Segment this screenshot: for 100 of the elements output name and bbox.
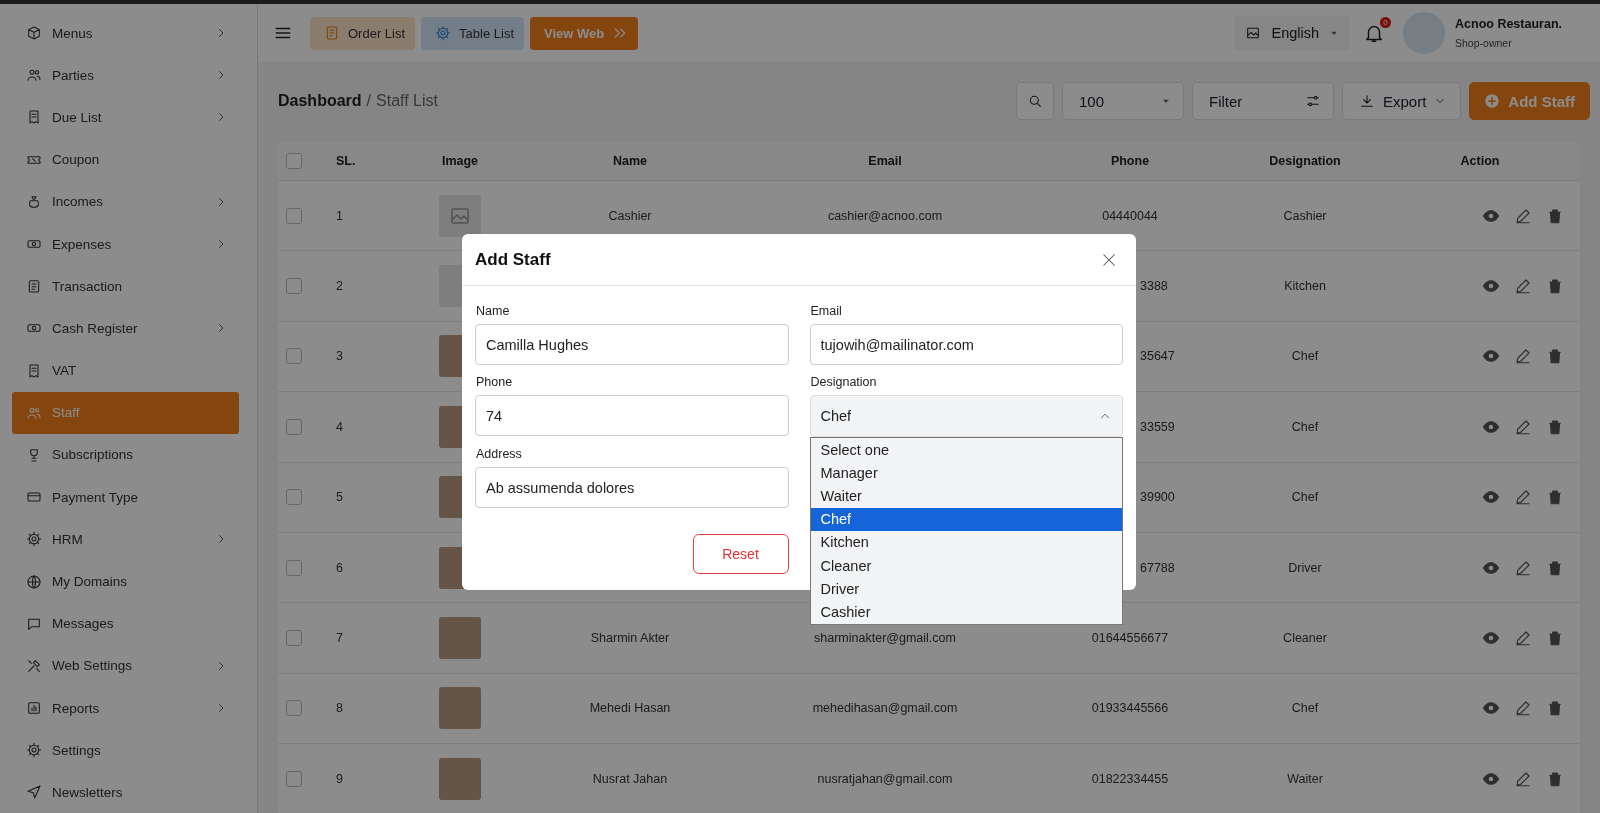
dropdown-option[interactable]: Manager	[810, 461, 1122, 485]
dropdown-option[interactable]: Cleaner	[810, 553, 1122, 578]
row-checkbox[interactable]	[286, 559, 302, 576]
table-list-button[interactable]: Table List	[421, 16, 524, 50]
table-cell-text: Chef	[1290, 349, 1320, 364]
delete-button[interactable]	[1546, 629, 1564, 648]
reset-button[interactable]: Reset	[692, 534, 789, 574]
table-cell-text: Chef	[1290, 701, 1320, 716]
table-cell-text: 6	[335, 560, 344, 575]
sliders-icon	[1304, 93, 1321, 109]
people-icon	[26, 67, 42, 84]
dropdown-option[interactable]: Chef	[810, 507, 1122, 531]
input-field[interactable]: 74	[475, 395, 789, 436]
edit-button[interactable]	[1514, 629, 1532, 648]
designation-select[interactable]: Chef	[809, 395, 1123, 437]
delete-button[interactable]	[1546, 206, 1564, 225]
sidebar-item[interactable]: Payment Type	[12, 476, 239, 519]
column-header: Action	[1459, 154, 1501, 168]
table-cell-text: Sharmin Akter	[589, 631, 671, 646]
edit-button[interactable]	[1514, 277, 1532, 296]
sidebar-item[interactable]: Coupon	[12, 138, 239, 181]
box-icon	[26, 25, 42, 42]
table-cell-text: Mehedi Hasan	[588, 701, 672, 716]
column-header: Name	[611, 154, 648, 168]
tools-icon	[26, 657, 42, 674]
table-cell-text: Waiter	[1286, 771, 1324, 786]
sidebar-item[interactable]: VAT	[12, 349, 239, 392]
sidebar-item[interactable]: Settings	[12, 729, 239, 772]
dropdown-option[interactable]: Cashier	[810, 600, 1122, 624]
input-field[interactable]: tujowih@mailinator.com	[809, 324, 1123, 365]
table-cell-text: sharminakter@gmail.com	[813, 631, 957, 646]
filter-button[interactable]: Filter	[1191, 82, 1334, 120]
column-header: Phone	[1109, 154, 1151, 168]
delete-button[interactable]	[1546, 769, 1564, 788]
row-checkbox[interactable]	[286, 278, 302, 295]
delete-button[interactable]	[1546, 417, 1564, 436]
table-cell-text: nusratjahan@gmail.com	[816, 771, 954, 786]
row-checkbox[interactable]	[286, 348, 302, 365]
sidebar-item[interactable]: My Domains	[12, 560, 239, 603]
select-all-checkbox[interactable]	[286, 153, 302, 169]
column-header: Image	[440, 154, 480, 168]
row-checkbox[interactable]	[286, 630, 302, 647]
dropdown-option[interactable]: Kitchen	[810, 530, 1122, 554]
trash-icon	[1546, 769, 1564, 788]
edit-button[interactable]	[1514, 347, 1532, 366]
sidebar-item[interactable]: Due List	[12, 96, 239, 139]
pencil-icon	[1514, 699, 1532, 718]
order-list-button[interactable]: Order List	[310, 16, 416, 50]
sidebar-item[interactable]: HRM	[12, 518, 239, 561]
sidebar-item[interactable]: Web Settings	[12, 644, 239, 687]
breadcrumb-link[interactable]: Dashboard	[278, 92, 362, 110]
dropdown-option[interactable]: Select one	[810, 438, 1122, 462]
gear-icon	[26, 531, 42, 548]
table-cell-text: 35647	[1139, 349, 1176, 364]
table-cell-text: 5	[335, 490, 344, 505]
sidebar-item[interactable]: Incomes	[12, 180, 239, 223]
trash-icon	[1546, 558, 1564, 577]
row-checkbox[interactable]	[286, 418, 302, 435]
input-field[interactable]: Ab assumenda dolores	[475, 467, 789, 508]
user-name: Acnoo Restauran.	[1455, 17, 1562, 31]
sidebar-item[interactable]: Messages	[12, 602, 239, 645]
row-checkbox[interactable]	[286, 700, 302, 717]
table-cell-text: 3	[335, 349, 344, 364]
sidebar-item[interactable]: Parties	[12, 54, 239, 97]
sidebar-item[interactable]: Cash Register	[12, 307, 239, 350]
row-checkbox[interactable]	[286, 207, 302, 224]
delete-button[interactable]	[1546, 488, 1564, 507]
pencil-icon	[1514, 488, 1532, 507]
clipboard-icon	[26, 278, 42, 295]
download-icon	[1358, 93, 1375, 109]
delete-button[interactable]	[1546, 558, 1564, 577]
dropdown-option[interactable]: Driver	[810, 577, 1122, 601]
breadcrumb-current: Staff List	[376, 92, 438, 110]
input-field[interactable]: Camilla Hughes	[475, 324, 789, 365]
field-label: Name	[475, 304, 511, 318]
delete-button[interactable]	[1546, 277, 1564, 296]
dropdown-option[interactable]: Waiter	[810, 484, 1122, 508]
row-checkbox[interactable]	[286, 770, 302, 787]
table-cell-text: Cashier	[607, 208, 653, 223]
sidebar-item[interactable]: Transaction	[12, 265, 239, 308]
table-cell-text: 3388	[1139, 279, 1169, 294]
edit-button[interactable]	[1514, 488, 1532, 507]
sidebar-item[interactable]: Reports	[12, 687, 239, 730]
export-button[interactable]: Export	[1341, 82, 1462, 120]
globe-icon	[26, 573, 42, 590]
sidebar-item[interactable]: Expenses	[12, 222, 239, 266]
page-size-select[interactable]: 100	[1061, 82, 1184, 120]
table-cell-text: 8	[335, 701, 344, 716]
language-selector[interactable]: English	[1235, 16, 1350, 50]
sidebar-item[interactable]: Newsletters	[12, 771, 239, 813]
photo-placeholder	[439, 757, 481, 800]
edit-button[interactable]	[1514, 699, 1532, 718]
sidebar-item[interactable]: Subscriptions	[12, 433, 239, 477]
table-cell-text: 04440044	[1101, 208, 1159, 223]
receipt-icon	[26, 109, 42, 126]
delete-button[interactable]	[1546, 347, 1564, 366]
photo-placeholder	[439, 617, 481, 660]
row-checkbox[interactable]	[286, 489, 302, 506]
delete-button[interactable]	[1546, 699, 1564, 718]
sidebar-item[interactable]: Menus	[12, 12, 239, 55]
